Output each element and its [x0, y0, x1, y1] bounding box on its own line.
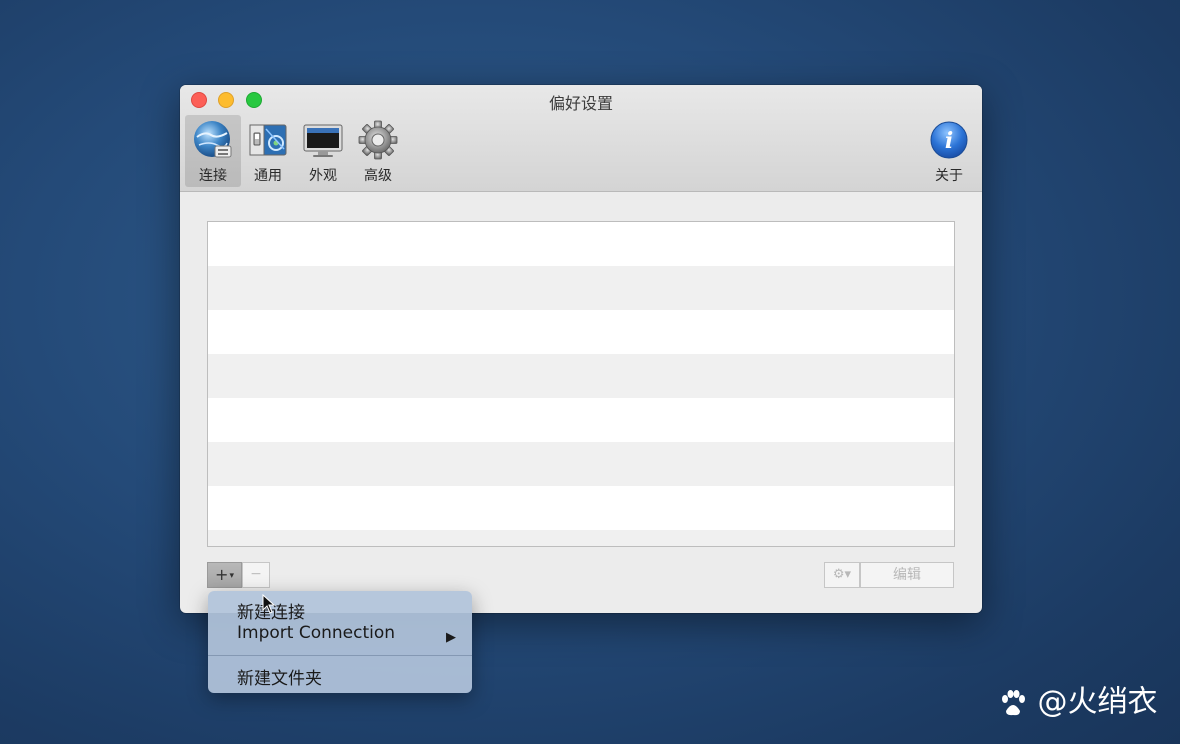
title-bar: 偏好设置 连接 通用 外观 高级 i 关于	[180, 85, 982, 192]
about-label: 关于	[935, 168, 963, 184]
minus-icon: −	[250, 566, 262, 582]
chevron-down-icon: ▾	[229, 571, 234, 581]
tab-general-label: 通用	[254, 168, 282, 184]
action-menu-button[interactable]: ⚙▾	[824, 562, 860, 588]
list-item[interactable]	[208, 266, 954, 310]
list-item[interactable]	[208, 530, 954, 546]
edit-button[interactable]: 编辑	[860, 562, 954, 588]
globe-connection-icon	[194, 121, 232, 158]
plus-icon: +	[215, 565, 229, 584]
tab-connection-label: 连接	[199, 168, 227, 184]
window-title: 偏好设置	[548, 94, 613, 113]
tab-appearance-label: 外观	[309, 168, 337, 184]
list-item[interactable]	[208, 354, 954, 398]
menu-separator	[208, 655, 472, 656]
list-item[interactable]	[208, 398, 954, 442]
mouse-pointer-icon	[262, 594, 276, 614]
monitor-icon	[303, 124, 343, 157]
tab-connection[interactable]: 连接	[185, 115, 241, 187]
add-dropdown-menu: 新建连接 Import Connection ▶ 新建文件夹	[208, 591, 472, 693]
preferences-window: 偏好设置 连接 通用 外观 高级 i 关于 +▾ − ⚙▾ 编辑	[180, 85, 982, 613]
list-item[interactable]	[208, 222, 954, 266]
edit-button-label: 编辑	[893, 567, 921, 583]
add-button[interactable]: +▾	[207, 562, 242, 588]
menu-item-new-folder[interactable]: 新建文件夹	[237, 664, 322, 689]
remove-button[interactable]: −	[242, 562, 270, 588]
tab-advanced-label: 高级	[364, 168, 392, 184]
tab-appearance[interactable]: 外观	[295, 115, 351, 187]
about-button[interactable]: i 关于	[921, 115, 977, 187]
paw-logo-icon	[1002, 689, 1025, 715]
switch-panel-icon	[249, 124, 287, 156]
info-icon: i	[930, 121, 968, 159]
watermark: @火绡衣	[998, 684, 1158, 720]
watermark-text: @火绡衣	[1037, 684, 1158, 720]
tab-general[interactable]: 通用	[240, 115, 296, 187]
svg-text:i: i	[945, 128, 953, 154]
gear-icon	[358, 120, 398, 160]
menu-item-import-connection[interactable]: Import Connection	[237, 623, 395, 643]
submenu-arrow-icon: ▶	[446, 630, 456, 645]
tab-advanced[interactable]: 高级	[350, 115, 406, 187]
connection-list[interactable]	[207, 221, 955, 547]
list-item[interactable]	[208, 486, 954, 530]
list-item[interactable]	[208, 310, 954, 354]
gear-icon: ⚙▾	[832, 567, 852, 582]
list-item[interactable]	[208, 442, 954, 486]
